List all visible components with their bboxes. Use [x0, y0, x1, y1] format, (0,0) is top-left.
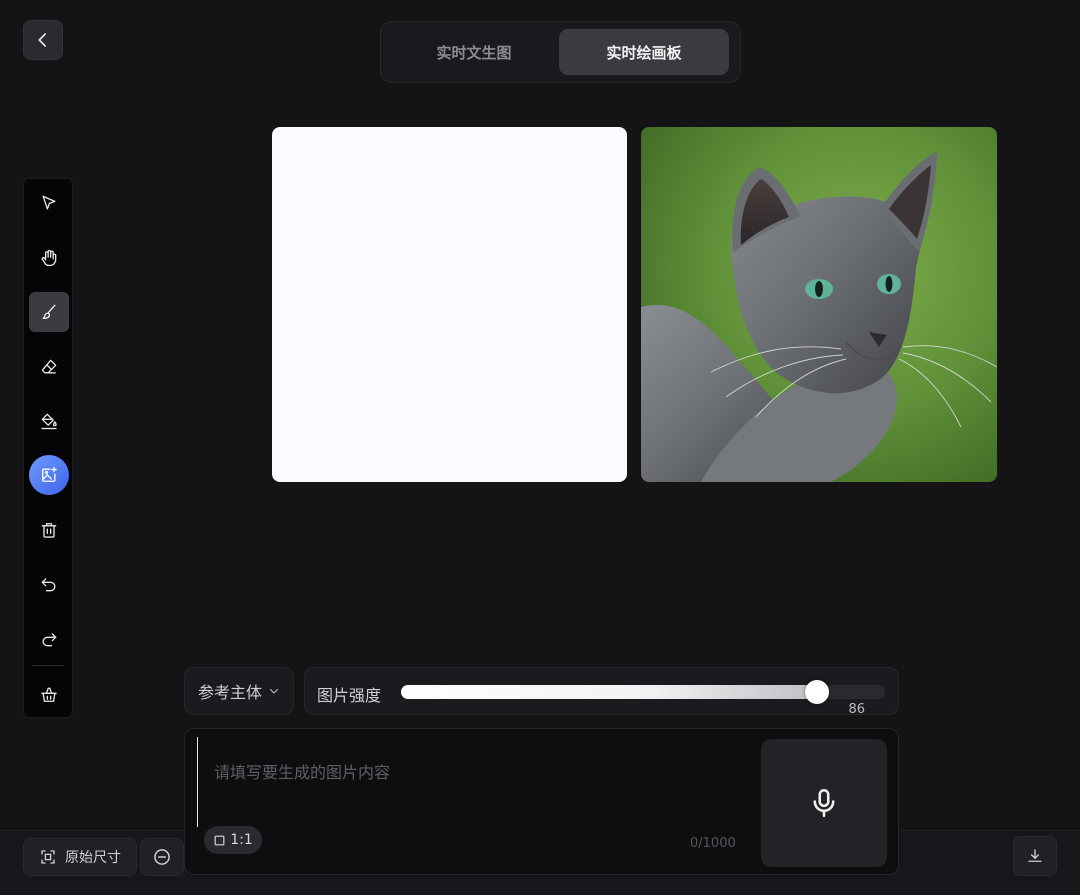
original-size-button[interactable]: 原始尺寸	[23, 838, 137, 876]
fit-frame-icon	[41, 850, 55, 864]
image-strength-thumb[interactable]	[805, 680, 830, 704]
redo-icon	[42, 633, 57, 647]
image-strength-value: 86	[848, 702, 865, 717]
tab-realtime-drawing-board[interactable]: 实时绘画板	[559, 29, 729, 75]
brush-icon	[42, 304, 56, 320]
app-stage: 实时文生图 实时绘画板 参考主体 图片强度 86 请填写要生成的图片内容 1:1…	[0, 0, 1080, 895]
eraser-tool-button[interactable]	[29, 347, 69, 387]
back-button[interactable]	[23, 20, 63, 60]
drawing-canvas[interactable]	[272, 127, 627, 482]
zoom-out-button[interactable]	[140, 838, 184, 876]
hand-icon	[41, 249, 57, 267]
image-add-icon	[42, 466, 57, 482]
undo-button[interactable]	[29, 564, 69, 604]
prompt-panel: 1:1 0/1000	[184, 728, 899, 875]
reference-subject-dropdown[interactable]: 参考主体	[184, 667, 294, 715]
generated-image	[641, 127, 997, 482]
toolbar-divider	[32, 665, 64, 666]
reference-subject-label: 参考主体	[197, 683, 262, 702]
microphone-icon	[813, 788, 835, 818]
character-count: 0/1000	[690, 836, 736, 851]
aspect-ratio-label: 1:1	[230, 832, 253, 848]
brush-tool-button[interactable]	[29, 292, 69, 332]
select-tool-button[interactable]	[29, 183, 69, 223]
download-icon	[1028, 849, 1042, 862]
delete-tool-button[interactable]	[29, 510, 69, 550]
aspect-ratio-button[interactable]: 1:1	[204, 826, 262, 854]
cat-photo-illustration	[641, 127, 997, 482]
upload-image-button[interactable]	[29, 455, 69, 495]
undo-icon	[41, 578, 56, 592]
cursor-arrow-icon	[42, 195, 56, 210]
original-size-label: 原始尺寸	[65, 850, 121, 866]
clear-canvas-button[interactable]	[29, 675, 69, 715]
square-icon	[214, 835, 225, 845]
voice-input-button[interactable]	[761, 739, 887, 867]
chevron-left-icon	[38, 33, 47, 47]
minus-circle-icon	[154, 849, 170, 865]
drawing-toolbar	[23, 178, 73, 718]
fill-tool-button[interactable]	[29, 401, 69, 441]
chevron-down-icon	[269, 688, 279, 694]
prompt-input[interactable]	[197, 737, 757, 827]
pan-tool-button[interactable]	[29, 238, 69, 278]
basket-icon	[41, 687, 57, 702]
image-strength-slider[interactable]: 86	[401, 680, 885, 717]
image-strength-control: 图片强度 86	[304, 667, 899, 717]
tab-realtime-text-to-image[interactable]: 实时文生图	[389, 29, 559, 75]
image-strength-label: 图片强度	[317, 686, 382, 705]
download-button[interactable]	[1013, 836, 1057, 876]
redo-button[interactable]	[29, 619, 69, 659]
mode-tabs: 实时文生图 实时绘画板	[380, 21, 741, 83]
trash-icon	[41, 523, 57, 538]
image-strength-fill	[401, 685, 818, 699]
eraser-icon	[41, 359, 57, 374]
paint-bucket-icon	[41, 413, 57, 430]
